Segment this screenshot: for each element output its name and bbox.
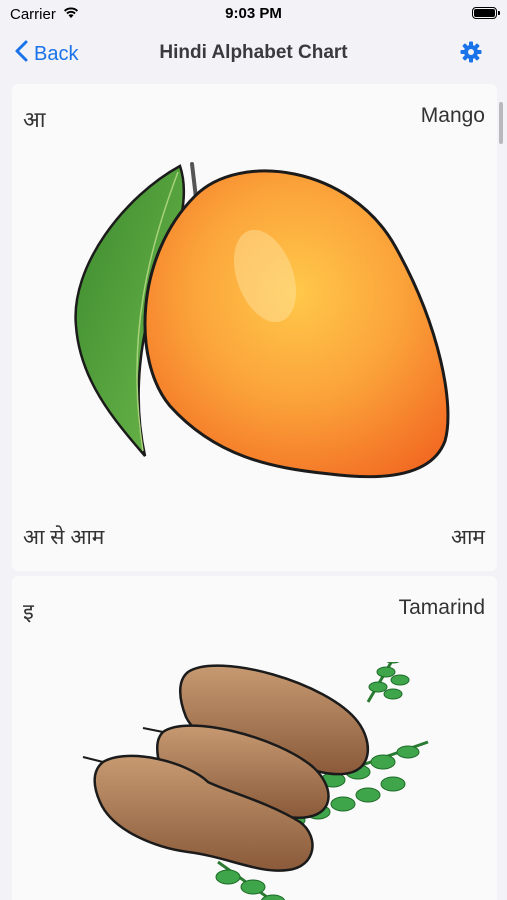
status-bar: Carrier 9:03 PM (0, 0, 507, 28)
card-hindi-word: आम (450, 526, 485, 549)
scrollbar[interactable] (499, 102, 503, 144)
navigation-bar: Back Hindi Alphabet Chart (0, 28, 507, 78)
mango-illustration (70, 156, 450, 506)
alphabet-card[interactable]: इ Tamarind (12, 576, 497, 900)
card-english-name: Mango (420, 104, 485, 127)
alphabet-card[interactable]: आ Mango आ से आम आम (12, 84, 497, 571)
battery-icon (472, 7, 500, 19)
status-time: 9:03 PM (225, 5, 282, 22)
page-title: Hindi Alphabet Chart (159, 42, 348, 63)
card-letter: इ (23, 599, 34, 624)
settings-button[interactable] (459, 40, 483, 69)
card-english-name: Tamarind (398, 596, 485, 619)
card-list[interactable]: आ Mango आ से आम आम इ Tamarind (0, 82, 507, 900)
card-phrase: आ से आम (23, 526, 105, 549)
gear-icon (459, 41, 483, 68)
card-letter: आ (23, 107, 46, 132)
tamarind-illustration (68, 641, 448, 900)
